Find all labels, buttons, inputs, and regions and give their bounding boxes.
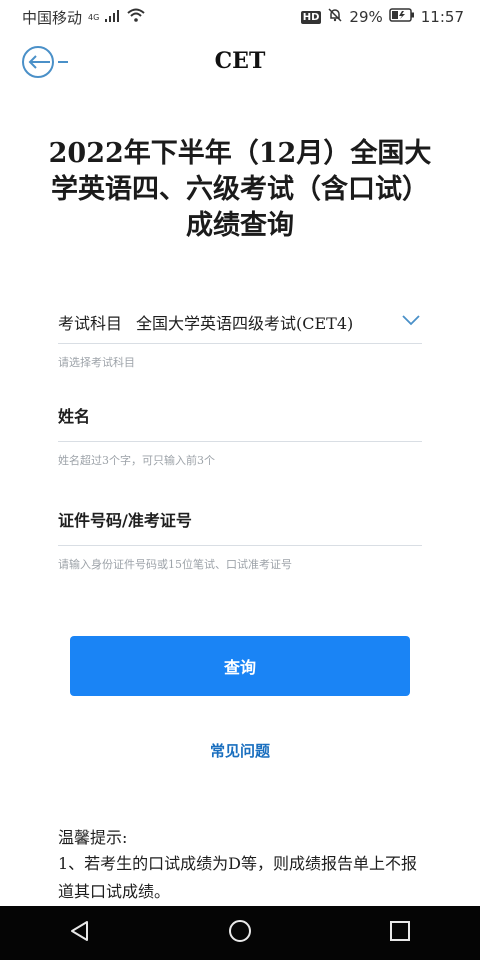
tips-title: 温馨提示: xyxy=(58,828,128,847)
system-nav-bar xyxy=(0,906,480,960)
square-recents-icon xyxy=(389,920,411,946)
nav-back-button[interactable] xyxy=(60,913,100,953)
name-label: 姓名 xyxy=(58,406,91,426)
query-button[interactable]: 查询 xyxy=(70,636,410,696)
subject-select[interactable]: 考试科目 全国大学英语四级考试(CET4) xyxy=(58,300,422,344)
chevron-down-icon xyxy=(396,309,422,335)
id-number-input[interactable]: 证件号码/准考证号 xyxy=(58,492,422,546)
faq-link[interactable]: 常见问题 xyxy=(0,740,480,761)
subject-value: 全国大学英语四级考试(CET4) xyxy=(136,313,354,333)
id-number-field: 证件号码/准考证号 请输入身份证件号码或15位笔试、口试准考证号 xyxy=(58,492,422,572)
id-number-label: 证件号码/准考证号 xyxy=(58,510,192,530)
name-field: 姓名 姓名超过3个字，可只输入前3个 xyxy=(58,388,422,468)
circle-home-icon xyxy=(228,919,252,947)
mute-bell-icon xyxy=(327,7,343,27)
battery-percent: 29% xyxy=(349,8,383,26)
network-type: 4G xyxy=(88,12,100,22)
status-right: HD 29% 11:57 xyxy=(300,7,464,27)
tips-item-1: 1、若考生的口试成绩为D等，则成绩报告单上不报道其口试成绩。 xyxy=(58,854,418,901)
page-title: 2022年下半年（12月）全国大学英语四、六级考试（含口试）成绩查询 xyxy=(48,138,432,241)
subject-field: 考试科目 全国大学英语四级考试(CET4) 请选择考试科目 xyxy=(58,300,422,370)
app-header: CET xyxy=(0,34,480,90)
subject-label: 考试科目 xyxy=(58,313,123,333)
subject-hint: 请选择考试科目 xyxy=(58,356,135,369)
carrier-name: 中国移动 xyxy=(22,8,83,27)
hd-badge: HD xyxy=(300,10,322,24)
nav-home-button[interactable] xyxy=(220,913,260,953)
id-number-hint: 请输入身份证件号码或15位笔试、口试准考证号 xyxy=(58,558,292,571)
signal-icon xyxy=(105,8,121,26)
battery-icon xyxy=(389,8,415,26)
name-input[interactable]: 姓名 xyxy=(58,388,422,442)
header-title: CET xyxy=(214,48,266,74)
status-bar: 中国移动 4G HD 29% 11:57 xyxy=(0,0,480,34)
nav-recents-button[interactable] xyxy=(380,913,420,953)
name-hint: 姓名超过3个字，可只输入前3个 xyxy=(58,454,215,467)
clock: 11:57 xyxy=(420,8,464,26)
status-left: 中国移动 4G xyxy=(22,7,145,28)
triangle-back-icon xyxy=(69,920,91,946)
wifi-icon xyxy=(127,8,145,26)
